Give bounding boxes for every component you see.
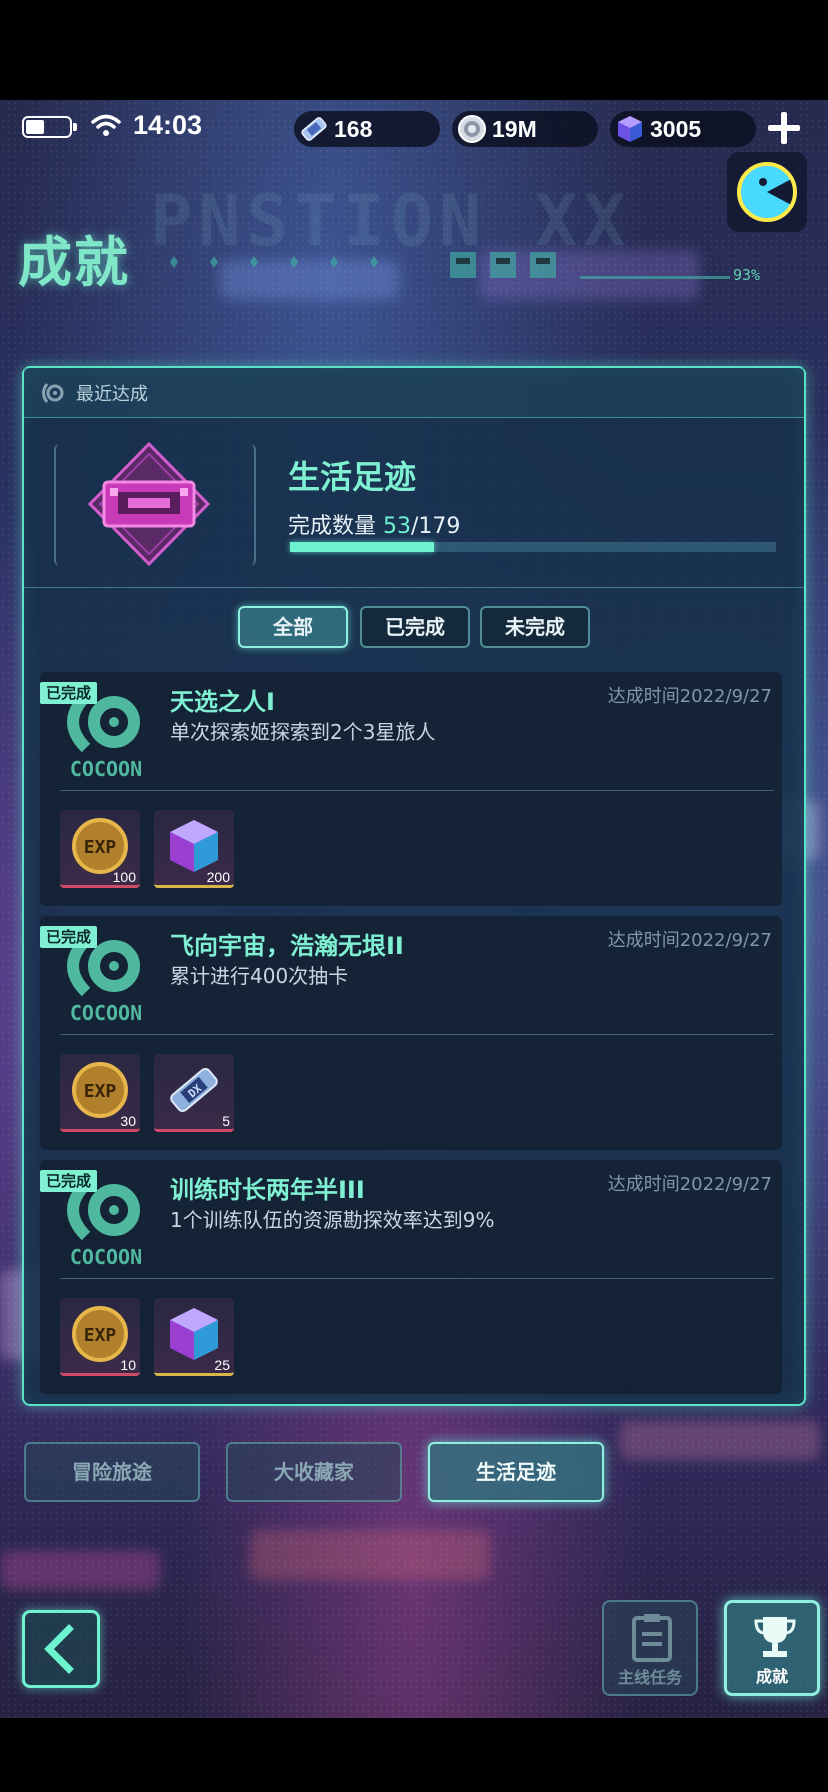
recent-achievement-label: 最近达成 [76, 384, 148, 405]
progress-bar-fill [290, 542, 434, 552]
filter-completed[interactable]: 已完成 [360, 606, 470, 648]
exp-coin-icon: EXP [72, 818, 128, 874]
currency-gear[interactable]: 19M [452, 111, 598, 147]
svg-text:COCOON: COCOON [70, 1001, 142, 1024]
clipboard-icon [632, 1614, 672, 1662]
currency-value: 19M [492, 116, 537, 142]
trophy-icon [754, 1617, 796, 1657]
pacman-mascot-icon [737, 162, 797, 222]
main-quest-label: 主线任务 [617, 1668, 682, 1687]
filter-incomplete[interactable]: 未完成 [480, 606, 590, 648]
currency-gem[interactable]: 3005 [610, 111, 756, 147]
reward-count: 25 [214, 1357, 230, 1373]
svg-text:COCOON: COCOON [70, 757, 142, 780]
achievement-time: 达成时间2022/9/27 [607, 1174, 772, 1195]
cube-gem-icon [170, 1308, 218, 1360]
tab-adventure[interactable]: 冒险旅途 [24, 1442, 200, 1502]
battery-icon [22, 116, 77, 138]
achievement-panel: 最近达成 生活足迹 完成数量 53/179 全部 已完成 未完成 已完成 COC… [22, 366, 806, 1406]
tab-life-footprint[interactable]: 生活足迹 [428, 1442, 604, 1502]
currency-value: 168 [334, 116, 373, 142]
achievement-nav-label: 成就 [755, 1667, 788, 1686]
status-bar: 14:03 168 19M 3005 [0, 100, 828, 152]
achievement-card[interactable]: 已完成 COCOON 训练时长两年半III 1个训练队伍的资源勘探效率达到9% … [40, 1160, 782, 1394]
banner-percent: 93% [733, 266, 761, 284]
cassette-diamond-icon [87, 441, 211, 567]
progress-current: 53 [383, 514, 412, 539]
completed-badge: 已完成 [40, 1170, 98, 1192]
reward-count: 10 [120, 1357, 136, 1373]
reward-count: 30 [120, 1113, 136, 1129]
reward-exp[interactable]: EXP 100 [60, 810, 140, 888]
svg-text:COCOON: COCOON [70, 1245, 142, 1268]
achievement-description: 1个训练队伍的资源勘探效率达到9% [170, 1208, 495, 1232]
achievement-time: 达成时间2022/9/27 [607, 930, 772, 951]
divider [24, 587, 804, 588]
svg-text:EXP: EXP [84, 1081, 117, 1102]
cocoon-logo-icon [42, 383, 64, 403]
ticket-icon [301, 117, 327, 141]
wifi-icon [91, 114, 121, 136]
banner-decoration [170, 252, 730, 279]
currency-value: 3005 [650, 116, 702, 142]
progress-bar [290, 542, 776, 552]
reward-exp[interactable]: EXP 10 [60, 1298, 140, 1376]
completed-badge: 已完成 [40, 682, 98, 704]
main-quest-button[interactable]: 主线任务 [602, 1600, 698, 1696]
tab-collector[interactable]: 大收藏家 [226, 1442, 402, 1502]
achievement-card[interactable]: 已完成 COCOON 飞向宇宙，浩瀚无垠II 累计进行400次抽卡 达成时间20… [40, 916, 782, 1150]
top-black-bar [0, 0, 828, 100]
filter-all[interactable]: 全部 [238, 606, 348, 648]
exp-coin-icon: EXP [72, 1062, 128, 1118]
add-currency-button[interactable] [762, 106, 806, 150]
reward-count: 5 [222, 1113, 230, 1129]
reward-ticket[interactable]: DX 5 [154, 1054, 234, 1132]
achievement-nav-button[interactable]: 成就 [724, 1600, 820, 1696]
card-divider [60, 1034, 774, 1035]
achievement-title: 训练时长两年半III [170, 1176, 365, 1204]
svg-text:EXP: EXP [84, 837, 117, 858]
ticket-icon: DX [170, 1067, 218, 1113]
recent-category-title: 生活足迹 [288, 458, 417, 496]
progress-total: /179 [411, 514, 461, 539]
reward-count: 100 [112, 869, 136, 885]
cube-gem-icon [170, 820, 218, 872]
achievement-card[interactable]: 已完成 COCOON 天选之人I 单次探索姬探索到2个3星旅人 达成时间2022… [40, 672, 782, 906]
card-divider [60, 790, 774, 791]
bottom-black-bar [0, 1718, 828, 1792]
progress-label: 完成数量 [288, 514, 377, 539]
clock: 14:03 [133, 110, 203, 140]
reward-count: 200 [206, 869, 230, 885]
achievement-description: 单次探索姬探索到2个3星旅人 [170, 720, 436, 744]
svg-text:EXP: EXP [84, 1325, 117, 1346]
progress-text: 完成数量 53/179 [288, 508, 460, 540]
currency-ticket[interactable]: 168 [294, 111, 440, 147]
panel-header: 最近达成 [24, 368, 804, 418]
reward-gem[interactable]: 200 [154, 810, 234, 888]
gear-coin-icon [458, 115, 486, 143]
cube-gem-icon [618, 116, 642, 142]
achievement-title: 天选之人I [170, 688, 275, 716]
mascot-avatar-button[interactable] [727, 152, 807, 232]
page-title: 成就 [18, 231, 130, 294]
back-button[interactable] [22, 1610, 100, 1688]
exp-coin-icon: EXP [72, 1306, 128, 1362]
reward-exp[interactable]: EXP 30 [60, 1054, 140, 1132]
achievement-title: 飞向宇宙，浩瀚无垠II [170, 932, 404, 960]
achievement-description: 累计进行400次抽卡 [170, 964, 349, 988]
completed-badge: 已完成 [40, 926, 98, 948]
achievement-time: 达成时间2022/9/27 [607, 686, 772, 707]
card-divider [60, 1278, 774, 1279]
reward-gem[interactable]: 25 [154, 1298, 234, 1376]
chevron-left-icon [44, 1624, 74, 1674]
